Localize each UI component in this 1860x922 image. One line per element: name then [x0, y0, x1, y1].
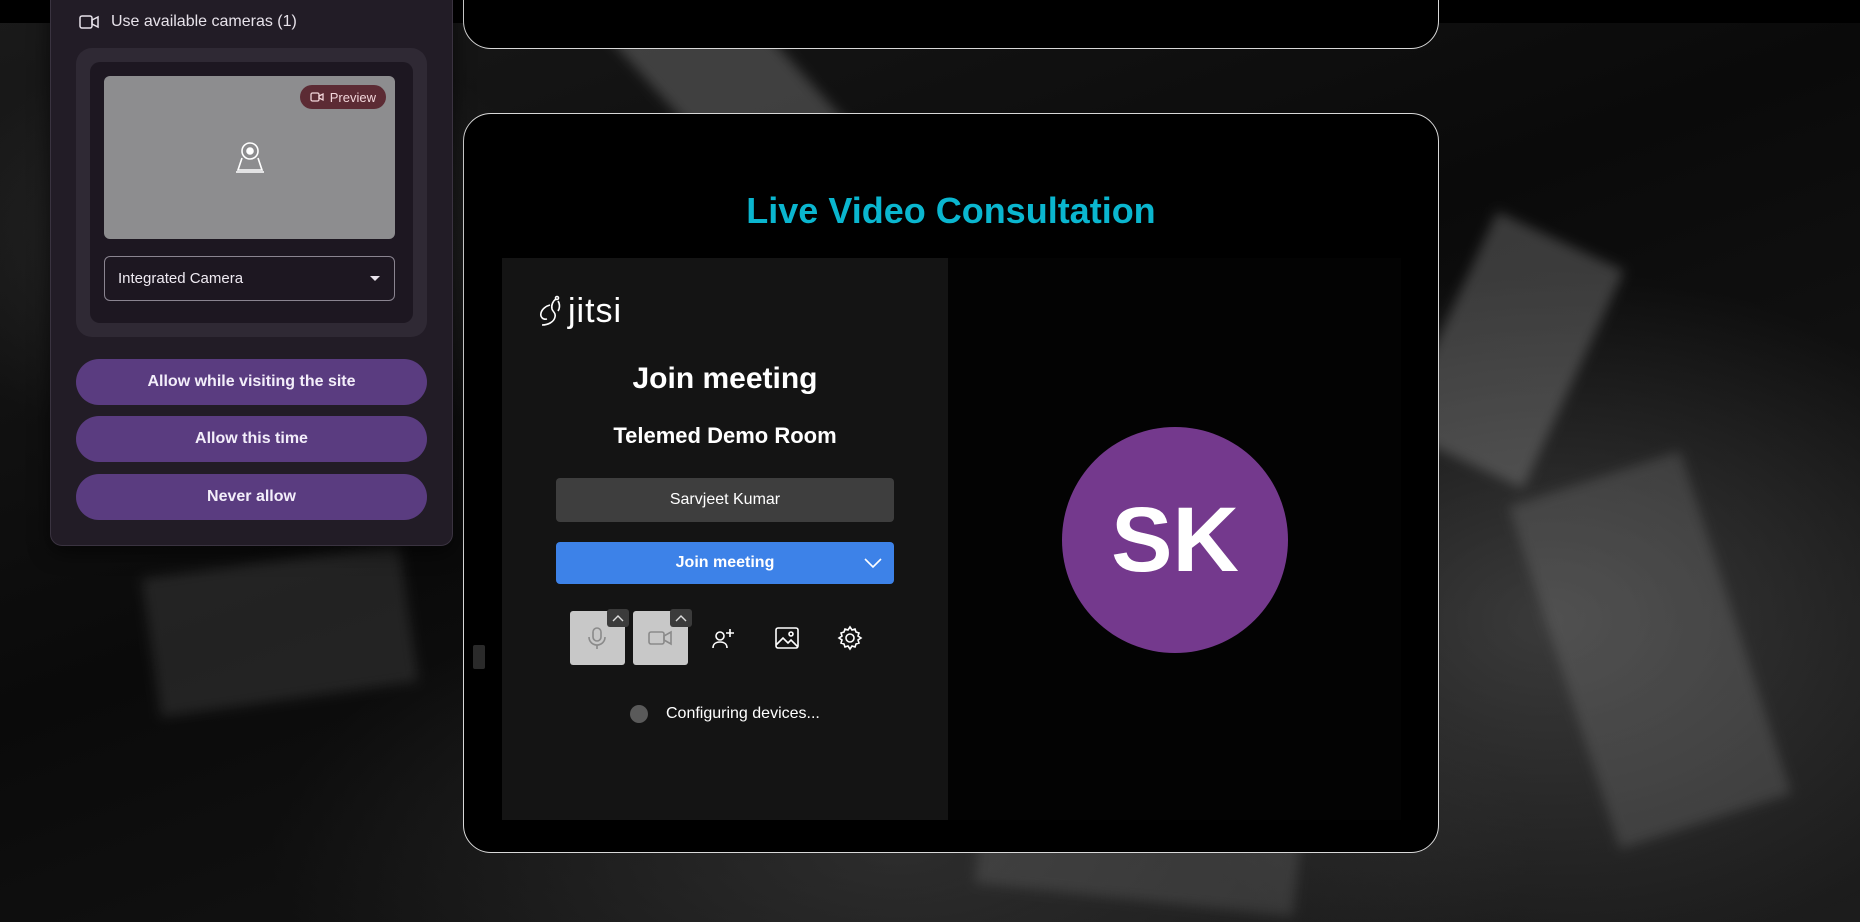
camera-preview-inner: Preview Integrated Camera [90, 62, 413, 323]
background-shape [1508, 450, 1792, 850]
join-meeting-button[interactable]: Join meeting [556, 542, 894, 584]
status-text: Configuring devices... [666, 705, 820, 722]
allow-this-time-button[interactable]: Allow this time [76, 416, 427, 462]
room-name: Telemed Demo Room [613, 423, 837, 448]
microphone-options[interactable] [607, 609, 629, 627]
prejoin-title: Join meeting [632, 362, 818, 395]
jitsi-logo-text: jitsi [568, 292, 623, 330]
preview-chip: Preview [299, 85, 386, 109]
video-preview-pane: SK [948, 258, 1401, 820]
chevron-down-icon[interactable] [862, 552, 884, 574]
consultation-title: Live Video Consultation [746, 190, 1156, 231]
settings-button[interactable] [822, 611, 877, 665]
add-person-icon [711, 629, 734, 649]
camera-select[interactable]: Integrated Camera [104, 256, 395, 301]
chevron-up-icon [675, 615, 687, 622]
previous-section-card [463, 0, 1439, 49]
camera-select-value: Integrated Camera [118, 270, 244, 287]
prejoin-panel: jitsi Join meeting Telemed Demo Room Joi… [502, 258, 948, 820]
status-indicator [630, 705, 648, 723]
video-camera-icon [79, 15, 99, 29]
microphone-icon [588, 627, 606, 649]
never-allow-button[interactable]: Never allow [76, 474, 427, 520]
device-status: Configuring devices... [630, 705, 820, 723]
jitsi-logo: jitsi [536, 292, 622, 331]
jitsi-logo-icon [540, 295, 561, 326]
video-camera-icon [648, 630, 672, 646]
camera-preview: Preview [104, 76, 395, 239]
permission-header: Use available cameras (1) [79, 13, 297, 31]
invite-button[interactable] [696, 611, 751, 665]
chevron-up-icon [612, 615, 624, 622]
avatar: SK [1062, 427, 1288, 653]
consultation-card: Live Video Consultation jitsi Join meeti… [463, 113, 1439, 853]
gear-icon [837, 625, 862, 651]
jitsi-meeting-frame: jitsi Join meeting Telemed Demo Room Joi… [502, 258, 1401, 820]
webcam-icon [236, 142, 264, 173]
allow-while-visiting-button[interactable]: Allow while visiting the site [76, 359, 427, 405]
microphone-toggle[interactable] [570, 609, 629, 665]
display-name-input[interactable] [556, 478, 894, 522]
camera-toggle[interactable] [633, 609, 692, 665]
camera-preview-container: Preview Integrated Camera [76, 48, 427, 337]
background-shape [141, 542, 419, 718]
preview-chip-label: Preview [329, 89, 376, 105]
permission-header-label: Use available cameras (1) [111, 13, 297, 30]
join-meeting-label: Join meeting [675, 554, 775, 571]
video-camera-icon [310, 92, 324, 102]
side-handle [473, 645, 485, 669]
device-toolbar [570, 609, 877, 665]
image-icon [774, 627, 799, 649]
virtual-background-button[interactable] [759, 611, 814, 665]
dropdown-arrow-icon [370, 276, 380, 281]
camera-permission-popup: Use available cameras (1) Preview Integr… [50, 0, 453, 546]
camera-options[interactable] [670, 609, 692, 627]
